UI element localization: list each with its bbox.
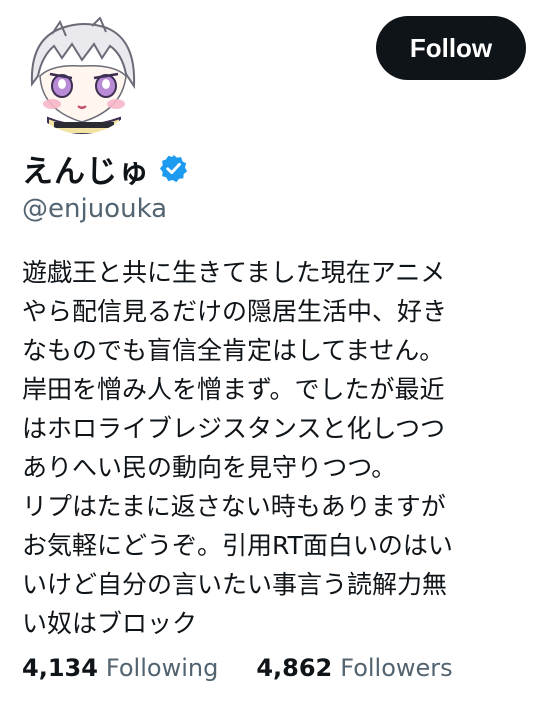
profile-avatar[interactable] (22, 14, 142, 134)
followers-link[interactable]: 4,862 Followers (256, 654, 452, 682)
follow-button[interactable]: Follow (376, 16, 526, 80)
bio-line: いけど自分の言いたい事言う読解力無 (22, 570, 448, 599)
anime-avatar-icon (22, 14, 142, 134)
following-count: 4,134 (22, 654, 98, 682)
bio-line: なものでも盲信全肯定はしてません。 (22, 336, 445, 365)
following-link[interactable]: 4,134 Following (22, 654, 218, 682)
bio-line: い奴はブロック (22, 609, 198, 638)
verified-badge-icon[interactable] (158, 153, 189, 184)
followers-label: Followers (340, 654, 453, 682)
profile-handle: @enjuouka (22, 194, 168, 224)
followers-count: 4,862 (256, 654, 333, 682)
bio-line: ありへい民の動向を見守りつつ。 (22, 453, 397, 482)
bio-line: 遊戯王と共に生きてました現在アニメ (22, 258, 446, 287)
bio-line: やら配信見るだけの隠居生活中、好き (22, 297, 448, 326)
display-name: えんじゅ (22, 153, 150, 190)
follow-stats: 4,134 Following 4,862 Followers (22, 650, 453, 686)
following-label: Following (105, 654, 219, 682)
bio-line: お気軽にどうぞ。引用RT面白いのはい (22, 531, 453, 560)
profile-bio: 遊戯王と共に生きてました現在アニメ やら配信見るだけの隠居生活中、好き なもので… (22, 253, 522, 643)
bio-line: 岸田を憎み人を憎まず。でしたが最近 (22, 375, 445, 404)
profile-name-row: えんじゅ (22, 148, 189, 190)
bio-line: リプはたまに返さない時もありますが (22, 492, 446, 521)
bio-line: はホロライブレジスタンスと化しつつ (22, 414, 446, 443)
